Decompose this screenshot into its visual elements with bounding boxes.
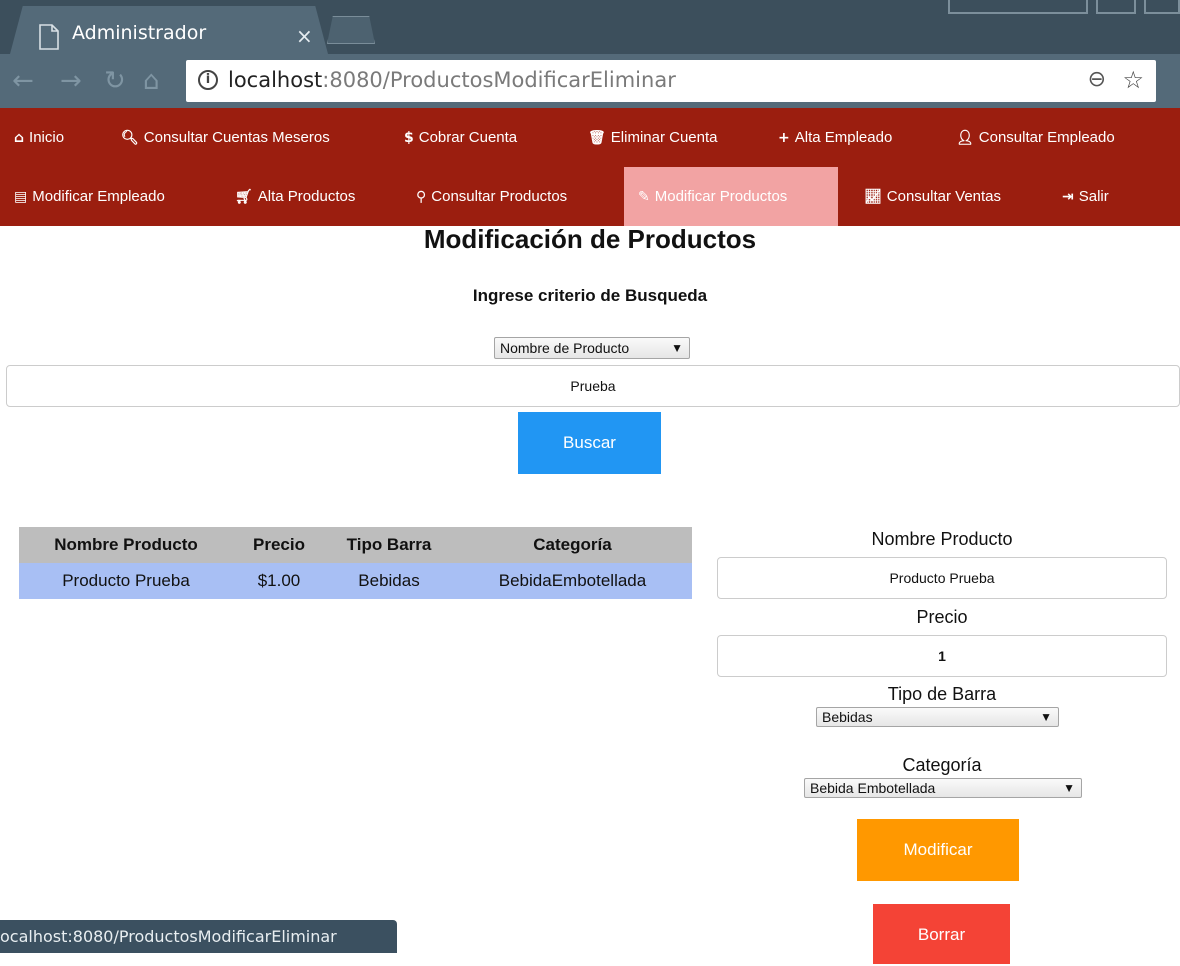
dropdown-arrow-icon: ▼ <box>671 341 683 355</box>
cart-icon: 🛒︎ <box>235 189 253 205</box>
modificar-button[interactable]: Modificar <box>857 819 1019 881</box>
status-bar-url: ocalhost:8080/ProductosModificarEliminar <box>0 920 397 953</box>
tipo-barra-select[interactable]: Bebidas ▼ <box>816 707 1059 727</box>
minimize-button[interactable] <box>1096 0 1136 14</box>
url-text: localhost:8080/ProductosModificarElimina… <box>228 68 676 92</box>
forward-icon[interactable]: → <box>60 66 82 96</box>
tipo-barra-label: Tipo de Barra <box>887 684 997 704</box>
dollar-icon: $ <box>404 130 414 146</box>
home-icon[interactable]: ⌂ <box>143 66 160 96</box>
search-input[interactable]: Prueba <box>6 365 1180 407</box>
table-row[interactable]: Producto Prueba $1.00 Bebidas BebidaEmbo… <box>19 563 692 599</box>
categoria-label: Categoría <box>902 755 982 775</box>
cell-nombre: Producto Prueba <box>19 563 233 599</box>
sign-out-icon: ⇥ <box>1062 189 1074 205</box>
borrar-button[interactable]: Borrar <box>873 904 1010 964</box>
nav-salir[interactable]: ⇥ Salir <box>1048 167 1123 226</box>
user-icon: 👤︎ <box>956 130 974 146</box>
nav-modificar-productos[interactable]: ✎ Modificar Productos <box>624 167 838 226</box>
criteria-select[interactable]: Nombre de Producto ▼ <box>494 337 690 359</box>
categoria-select[interactable]: Bebida Embotellada ▼ <box>804 778 1082 798</box>
tab-title: Administrador <box>72 22 207 44</box>
add-user-icon: + <box>778 130 790 146</box>
document-icon <box>39 24 59 50</box>
search-icon: 🔍︎ <box>121 130 139 146</box>
nav-inicio[interactable]: ⌂ Inicio <box>0 108 78 167</box>
buscar-button[interactable]: Buscar <box>518 412 661 474</box>
reload-icon[interactable]: ↻ <box>104 66 126 96</box>
home-icon: ⌂ <box>14 130 25 146</box>
nav-consultar-ventas[interactable]: 📈︎ Consultar Ventas <box>850 167 1015 226</box>
info-icon[interactable]: i <box>198 70 218 90</box>
id-card-icon: ▤ <box>14 189 28 205</box>
profile-button[interactable] <box>948 0 1088 14</box>
nav-modificar-empleado[interactable]: ▤ Modificar Empleado <box>0 167 179 226</box>
nav-eliminar-cuenta[interactable]: 🗑︎ Eliminar Cuenta <box>574 108 732 167</box>
nombre-producto-label: Nombre Producto <box>871 529 1013 549</box>
close-icon[interactable]: × <box>296 24 313 48</box>
header-precio: Precio <box>233 527 325 563</box>
maximize-button[interactable] <box>1144 0 1180 14</box>
cell-categoria: BebidaEmbotellada <box>453 563 692 599</box>
browser-tab-bar: Administrador × <box>0 0 1180 54</box>
results-table: Nombre Producto Precio Tipo Barra Catego… <box>19 527 692 599</box>
pencil-icon: ✎ <box>638 189 650 205</box>
search-criteria-heading: Ingrese criterio de Busqueda <box>472 286 708 305</box>
nav-consultar-productos[interactable]: ⚲ Consultar Productos <box>402 167 581 226</box>
main-nav: ⌂ Inicio 🔍︎ Consultar Cuentas Meseros $ Cob… <box>0 108 1180 226</box>
dropdown-arrow-icon: ▼ <box>1063 781 1075 795</box>
trash-icon: 🗑︎ <box>588 130 606 146</box>
precio-input[interactable]: 1 <box>717 635 1167 677</box>
binoculars-icon: ⚲ <box>416 189 427 205</box>
browser-tab[interactable]: Administrador × <box>10 6 328 54</box>
cell-tipo-barra: Bebidas <box>325 563 453 599</box>
nav-cobrar-cuenta[interactable]: $ Cobrar Cuenta <box>390 108 531 167</box>
nav-consultar-cuentas-meseros[interactable]: 🔍︎ Consultar Cuentas Meseros <box>107 108 344 167</box>
header-tipo-barra: Tipo Barra <box>325 527 453 563</box>
bookmark-star-icon[interactable]: ☆ <box>1122 66 1144 94</box>
dropdown-arrow-icon: ▼ <box>1040 710 1052 724</box>
nav-alta-productos[interactable]: 🛒︎ Alta Productos <box>221 167 369 226</box>
header-nombre-producto: Nombre Producto <box>19 527 233 563</box>
cell-precio: $1.00 <box>233 563 325 599</box>
precio-label: Precio <box>916 607 968 627</box>
line-chart-icon: 📈︎ <box>864 189 882 205</box>
nav-alta-empleado[interactable]: + Alta Empleado <box>764 108 906 167</box>
new-tab-button[interactable] <box>327 16 375 44</box>
address-bar[interactable]: i localhost:8080/ProductosModificarElimi… <box>186 60 1156 102</box>
back-icon[interactable]: ← <box>12 66 34 96</box>
nombre-producto-input[interactable]: Producto Prueba <box>717 557 1167 599</box>
header-categoria: Categoría <box>453 527 692 563</box>
nav-consultar-empleado[interactable]: 👤︎ Consultar Empleado <box>942 108 1129 167</box>
zoom-icon[interactable]: ⊖ <box>1088 67 1106 92</box>
page-title: Modificación de Productos <box>423 224 757 254</box>
